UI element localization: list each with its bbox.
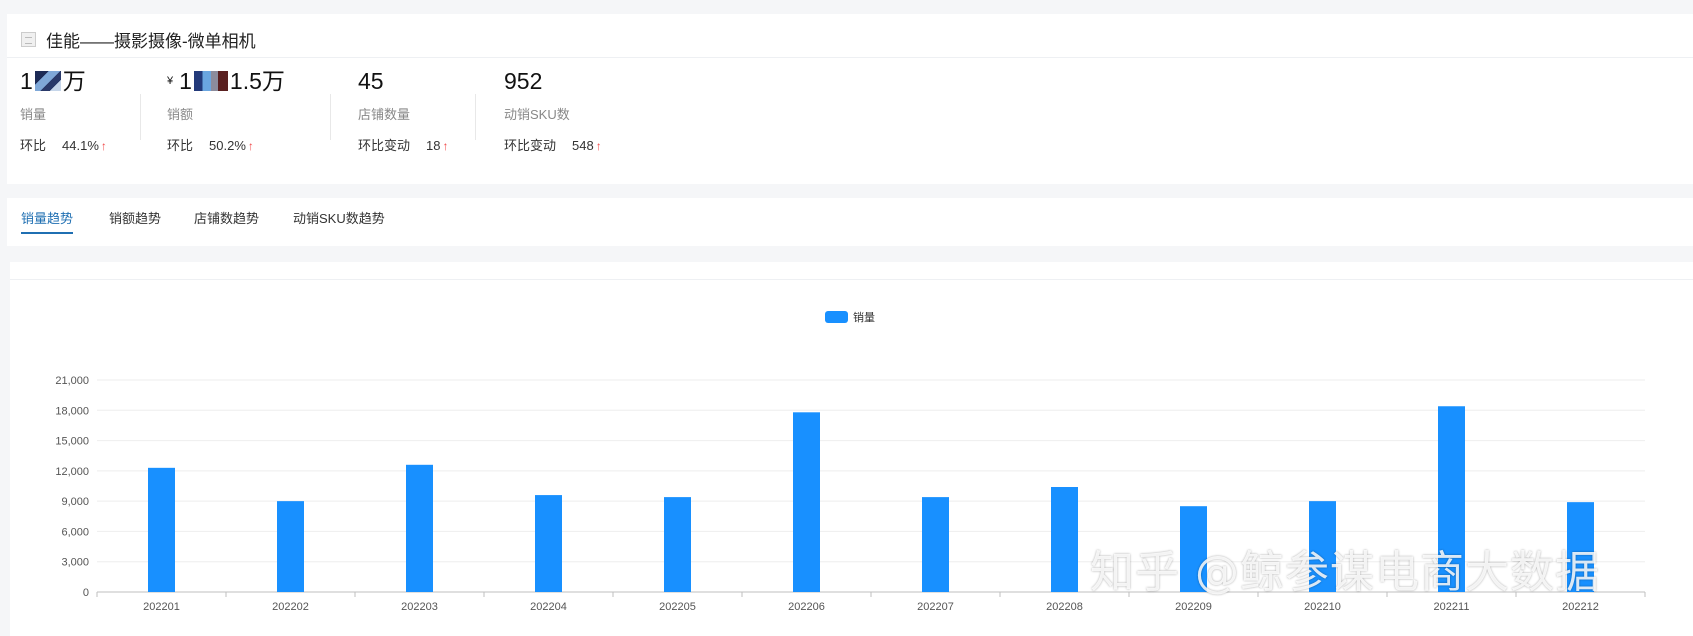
- bar-202208[interactable]: [1051, 487, 1078, 592]
- bar-202204[interactable]: [535, 495, 562, 592]
- bar-202202[interactable]: [277, 501, 304, 592]
- bar-202201[interactable]: [148, 467, 175, 592]
- chart-legend[interactable]: 销量: [825, 310, 875, 324]
- x-tick-label: 202203: [401, 601, 438, 613]
- x-tick-label: 202209: [1175, 601, 1212, 613]
- x-tick-label: 202207: [917, 601, 954, 613]
- bar-202203[interactable]: [406, 464, 433, 592]
- x-tick-label: 202201: [143, 601, 180, 613]
- y-tick-label: 6,000: [61, 526, 89, 538]
- legend-label: 销量: [853, 310, 875, 324]
- x-tick-label: 202205: [659, 601, 696, 613]
- bar-202205[interactable]: [664, 497, 691, 592]
- x-tick-label: 202210: [1304, 601, 1341, 613]
- bar-202207[interactable]: [922, 497, 949, 592]
- y-tick-label: 18,000: [55, 405, 89, 417]
- watermark: 知乎 @鲸参谋电商大数据: [1090, 547, 1600, 598]
- bar-202206[interactable]: [793, 412, 820, 592]
- x-tick-label: 202208: [1046, 601, 1083, 613]
- x-tick-label: 202204: [530, 601, 567, 613]
- y-tick-label: 15,000: [55, 436, 89, 448]
- y-tick-label: 3,000: [61, 557, 89, 569]
- legend-swatch: [825, 311, 848, 323]
- y-tick-label: 9,000: [61, 496, 89, 508]
- y-tick-label: 12,000: [55, 466, 89, 478]
- x-tick-label: 202206: [788, 601, 825, 613]
- y-tick-label: 0: [83, 587, 89, 599]
- x-tick-label: 202212: [1562, 601, 1599, 613]
- x-tick-label: 202211: [1434, 601, 1470, 613]
- x-tick-label: 202202: [272, 601, 309, 613]
- y-axis: 0 3,000 6,000 9,000 12,000 15,000 18,000 21,000: [55, 375, 89, 599]
- y-tick-label: 21,000: [55, 375, 89, 387]
